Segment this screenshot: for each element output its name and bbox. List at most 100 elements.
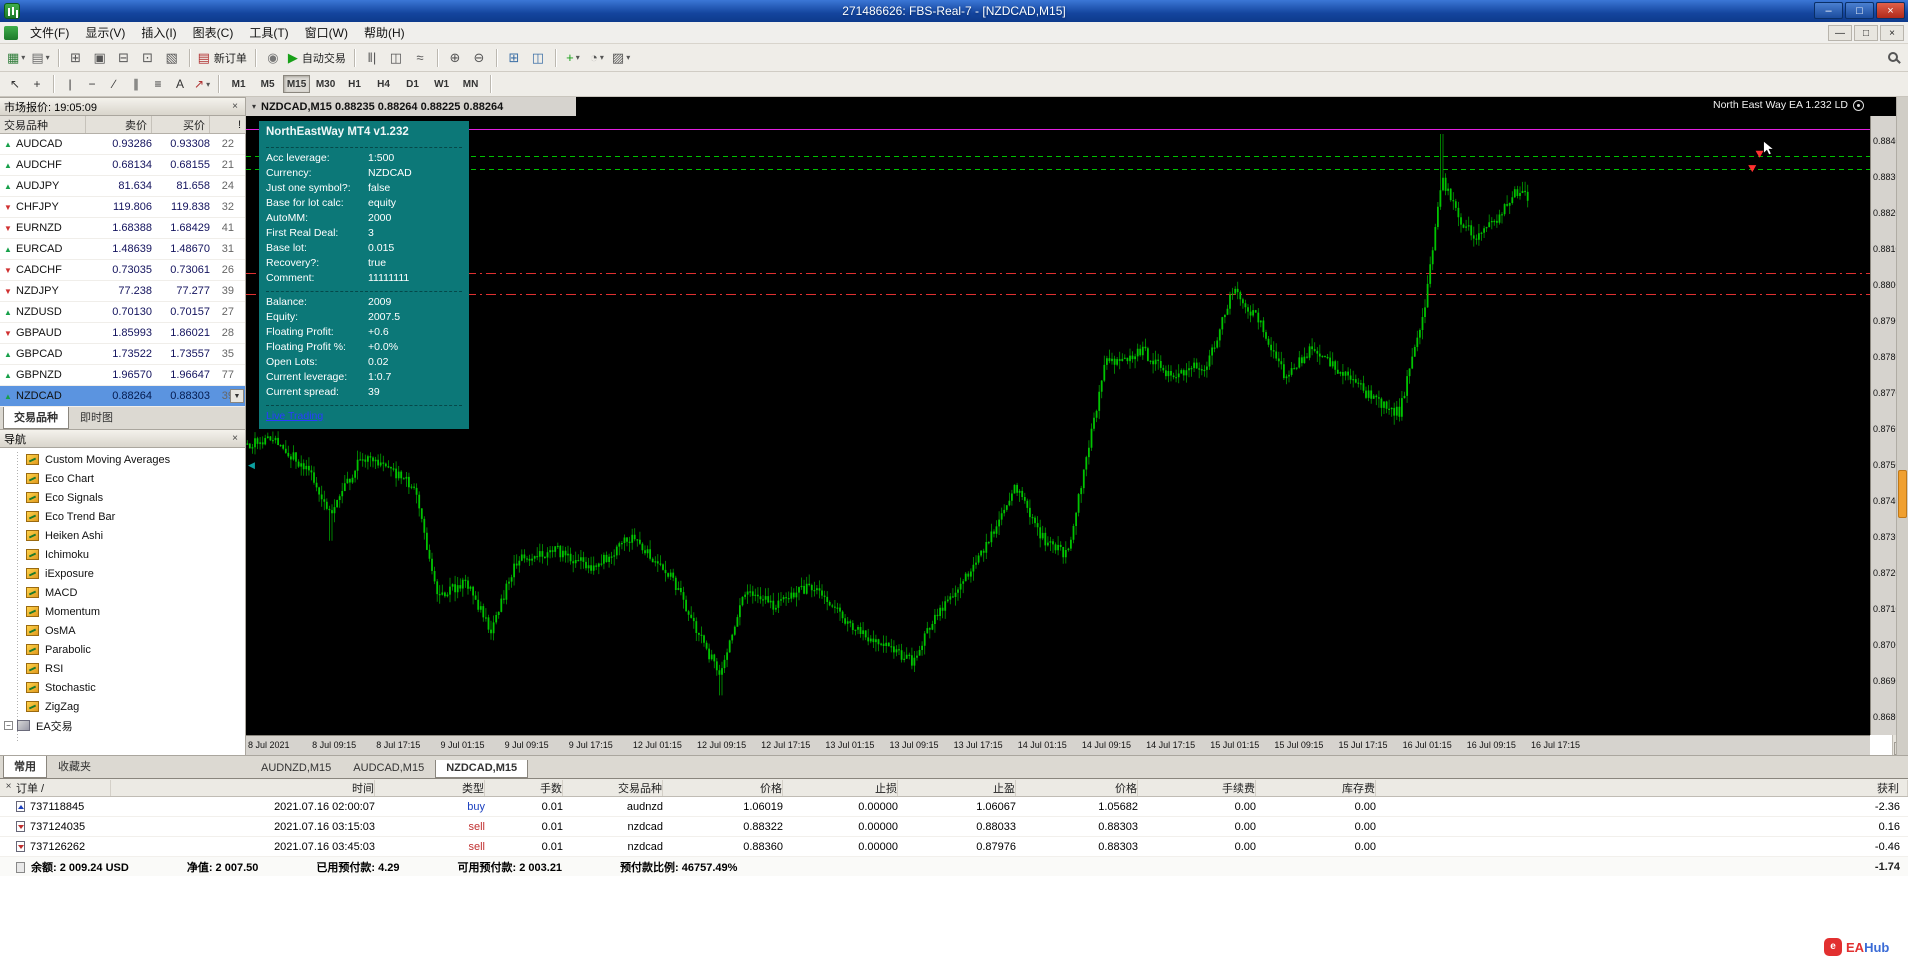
order-row[interactable]: 7371188452021.07.16 02:00:07buy0.01audnz… [0, 797, 1908, 817]
timeframe-w1-button[interactable]: W1 [428, 75, 455, 93]
arrows-tool-button[interactable]: ↗▾ [191, 75, 213, 94]
close-button[interactable]: × [1876, 2, 1905, 19]
navigator-item[interactable]: OsMA [0, 621, 245, 640]
terminal-column-header[interactable]: 时间 [111, 780, 375, 796]
text-tool-button[interactable]: A [169, 75, 191, 94]
zoom-out-button[interactable]: ⊖ [467, 47, 491, 69]
timeframe-m15-button[interactable]: M15 [283, 75, 310, 93]
timeframe-m30-button[interactable]: M30 [312, 75, 339, 93]
market-watch-row[interactable]: ▲NZDUSD0.701300.7015727 [0, 302, 245, 323]
indicators-add-button[interactable]: +▾ [561, 47, 585, 69]
terminal-column-header[interactable]: 止损 [783, 780, 898, 796]
terminal-column-header[interactable]: 止盈 [898, 780, 1016, 796]
terminal-column-header[interactable]: 交易品种 [563, 780, 663, 796]
candlestick-mode-button[interactable]: ◫ [384, 47, 408, 69]
menu-item[interactable]: 图表(C) [185, 21, 242, 44]
price-axis[interactable]: 0.884000.883000.882000.881000.880000.879… [1870, 116, 1896, 735]
terminal-column-header[interactable]: 获利 [1376, 780, 1908, 796]
trendline-tool-button[interactable]: ∕ [103, 75, 125, 94]
navigator-item[interactable]: RSI [0, 659, 245, 678]
market-watch-row[interactable]: ▲NZDCAD0.882640.8830339▼ [0, 386, 245, 407]
terminal-column-header[interactable]: 订单 / [16, 780, 111, 796]
chart-tab-nzdcadm15[interactable]: NZDCAD,M15 [435, 760, 528, 778]
market-watch-toggle-button[interactable]: ⊞ [64, 47, 88, 69]
navigator-item[interactable]: ZigZag [0, 697, 245, 716]
market-watch-row[interactable]: ▲GBPCAD1.735221.7355735 [0, 344, 245, 365]
market-watch-close-icon[interactable]: × [228, 100, 242, 114]
terminal-close-icon[interactable]: × [2, 781, 15, 794]
chart-plot[interactable]: NorthEastWay MT4 v1.232 Acc leverage:1:5… [246, 116, 1870, 735]
chart-minimize-button[interactable]: — [1828, 25, 1852, 41]
terminal-column-header[interactable]: 类型 [375, 780, 485, 796]
navigator-item[interactable]: Stochastic [0, 678, 245, 697]
chart-tab-audnzdm15[interactable]: AUDNZD,M15 [250, 759, 342, 778]
collapse-box-icon[interactable]: − [4, 721, 13, 730]
terminal-column-header[interactable]: 手续费 [1138, 780, 1256, 796]
bar-chart-mode-button[interactable]: ‖| [360, 47, 384, 69]
chart-scrollbar-thumb[interactable] [1898, 470, 1907, 518]
symbol-dropdown-button[interactable]: ▼ [230, 389, 244, 403]
strategy-tester-toggle-button[interactable]: ▧ [160, 47, 184, 69]
navigator-close-icon[interactable]: × [228, 432, 242, 446]
navigator-item[interactable]: Custom Moving Averages [0, 450, 245, 469]
live-trading-link[interactable]: Live Trading [266, 410, 462, 422]
timeframe-h1-button[interactable]: H1 [341, 75, 368, 93]
tab-[interactable]: 即时图 [69, 406, 124, 429]
navigator-item[interactable]: Eco Trend Bar [0, 507, 245, 526]
terminal-column-header[interactable]: 手数 [485, 780, 563, 796]
fibonacci-tool-button[interactable]: ≡ [147, 75, 169, 94]
navigator-item[interactable]: Eco Signals [0, 488, 245, 507]
periods-button[interactable]: ◔▾ [585, 47, 609, 69]
market-watch-row[interactable]: ▲AUDJPY81.63481.65824 [0, 176, 245, 197]
autotrading-button[interactable]: ▶自动交易 [285, 47, 349, 69]
profiles-button[interactable]: ▤▾ [28, 47, 52, 69]
menu-item[interactable]: 窗口(W) [297, 21, 356, 44]
data-window-toggle-button[interactable]: ▣ [88, 47, 112, 69]
chart-close-button[interactable]: × [1880, 25, 1904, 41]
market-watch-column-header[interactable]: 交易品种 [0, 116, 86, 133]
templates-button[interactable]: ▨▾ [609, 47, 633, 69]
terminal-toggle-button[interactable]: ⊡ [136, 47, 160, 69]
timeframe-h4-button[interactable]: H4 [370, 75, 397, 93]
terminal-column-header[interactable]: 库存费 [1256, 780, 1376, 796]
navigator-item[interactable]: iExposure [0, 564, 245, 583]
new-order-button[interactable]: ▤新订单 [195, 47, 250, 69]
chart-menu-icon[interactable]: ▾ [252, 102, 256, 111]
auto-arrange-button[interactable]: ⊞ [502, 47, 526, 69]
tab-[interactable]: 常用 [3, 756, 47, 778]
restore-button[interactable]: □ [1845, 2, 1874, 19]
ea-collapse-icon[interactable]: ◀ [248, 460, 255, 471]
navigator-item[interactable]: MACD [0, 583, 245, 602]
menu-item[interactable]: 插入(I) [133, 21, 184, 44]
navigator-item[interactable]: Ichimoku [0, 545, 245, 564]
market-watch-row[interactable]: ▼NZDJPY77.23877.27739 [0, 281, 245, 302]
navigator-item[interactable]: Momentum [0, 602, 245, 621]
minimize-button[interactable]: – [1814, 2, 1843, 19]
order-row[interactable]: 7371240352021.07.16 03:15:03sell0.01nzdc… [0, 817, 1908, 837]
market-watch-row[interactable]: ▲GBPNZD1.965701.9664777 [0, 365, 245, 386]
tab-[interactable]: 收藏夹 [47, 755, 102, 778]
navigator-toggle-button[interactable]: ⊟ [112, 47, 136, 69]
channel-tool-button[interactable]: ∥ [125, 75, 147, 94]
menu-item[interactable]: 帮助(H) [356, 21, 413, 44]
expert-list-button[interactable]: ◉ [261, 47, 285, 69]
timeframe-mn-button[interactable]: MN [457, 75, 484, 93]
chart-scrollbar[interactable] [1896, 97, 1908, 755]
market-watch-row[interactable]: ▼CADCHF0.730350.7306126 [0, 260, 245, 281]
line-chart-mode-button[interactable]: ≈ [408, 47, 432, 69]
tab-[interactable]: 交易品种 [3, 407, 69, 429]
market-watch-column-header[interactable]: 买价 [152, 116, 210, 133]
cursor-tool-button[interactable]: ↖ [4, 75, 26, 94]
chart-restore-button[interactable]: □ [1854, 25, 1878, 41]
terminal-column-header[interactable]: 价格 [663, 780, 783, 796]
chart-tab-audcadm15[interactable]: AUDCAD,M15 [342, 759, 435, 778]
menu-item[interactable]: 显示(V) [77, 21, 133, 44]
market-watch-column-header[interactable]: ! [210, 116, 246, 133]
vertical-line-tool-button[interactable]: | [59, 75, 81, 94]
market-watch-row[interactable]: ▼CHFJPY119.806119.83832 [0, 197, 245, 218]
zoom-in-button[interactable]: ⊕ [443, 47, 467, 69]
market-watch-row[interactable]: ▼EURNZD1.683881.6842941 [0, 218, 245, 239]
chart-mdi-icon[interactable] [4, 26, 18, 40]
new-chart-button[interactable]: ▦▾ [4, 47, 28, 69]
market-watch-row[interactable]: ▼GBPAUD1.859931.8602128 [0, 323, 245, 344]
